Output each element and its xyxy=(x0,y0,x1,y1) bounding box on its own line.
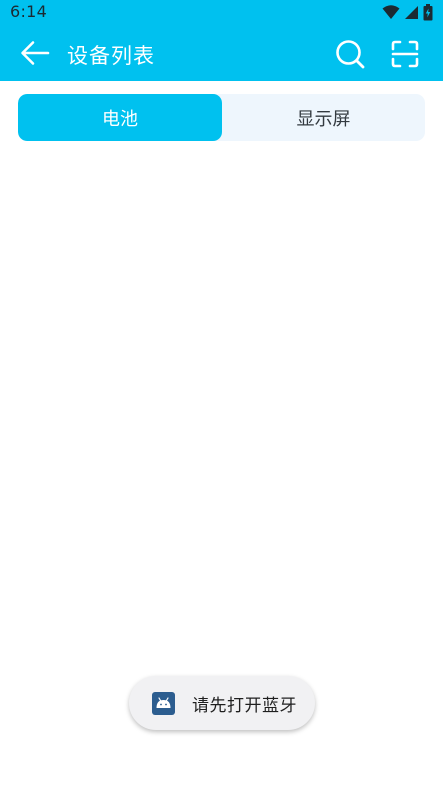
toast-text: 请先打开蓝牙 xyxy=(192,695,297,716)
search-icon xyxy=(336,40,365,69)
cell-signal-icon xyxy=(405,5,418,19)
header: 6:14 设备列表 xyxy=(0,0,443,81)
device-type-tabs: 电池 显示屏 xyxy=(18,94,425,141)
status-time: 6:14 xyxy=(10,2,48,21)
battery-icon xyxy=(423,3,433,20)
device-list-screen: 6:14 设备列表 电池 显示屏 请先打开蓝牙 xyxy=(0,0,443,785)
back-button[interactable] xyxy=(18,37,52,69)
android-app-icon xyxy=(152,691,175,715)
tab-battery[interactable]: 电池 xyxy=(18,94,222,141)
tab-display[interactable]: 显示屏 xyxy=(222,94,425,141)
wifi-icon xyxy=(382,5,400,19)
toast-message: 请先打开蓝牙 xyxy=(129,676,315,730)
status-bar: 6:14 xyxy=(0,0,443,24)
search-button[interactable] xyxy=(333,37,367,71)
status-icons xyxy=(382,3,433,21)
arrow-left-icon xyxy=(21,41,50,65)
scan-button[interactable] xyxy=(388,37,422,71)
page-title: 设备列表 xyxy=(67,44,155,68)
scan-icon xyxy=(391,40,419,68)
app-bar: 设备列表 xyxy=(0,24,443,81)
